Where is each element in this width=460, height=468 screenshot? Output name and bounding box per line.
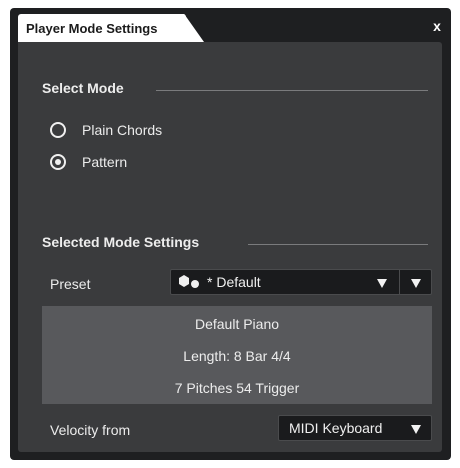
velocity-source-value: MIDI Keyboard	[289, 420, 383, 436]
radio-button-icon[interactable]	[50, 122, 66, 138]
velocity-dropdown-arrow-icon	[411, 425, 421, 434]
selected-mode-settings-divider	[248, 244, 428, 245]
tab-player-mode-settings[interactable]: Player Mode Settings	[18, 14, 186, 42]
select-mode-heading: Select Mode	[42, 80, 124, 96]
pattern-pitches-triggers: 7 Pitches 54 Trigger	[174, 380, 300, 396]
pattern-length: Length: 8 Bar 4/4	[183, 348, 291, 364]
preset-shapes-icon	[179, 275, 199, 288]
preset-value: * Default	[207, 274, 261, 290]
select-mode-divider	[156, 90, 428, 91]
preset-menu-arrow-icon[interactable]	[411, 279, 421, 288]
radio-plain-chords[interactable]: Plain Chords	[50, 122, 162, 138]
radio-pattern[interactable]: Pattern	[50, 154, 127, 170]
preset-dropdown[interactable]: * Default	[170, 269, 432, 295]
pattern-name: Default Piano	[194, 316, 280, 332]
velocity-source-dropdown[interactable]: MIDI Keyboard	[278, 415, 432, 441]
tab-edge	[182, 14, 204, 42]
player-mode-settings-window: Player Mode Settings x Select Mode Plain…	[10, 8, 451, 460]
preset-dropdown-arrow-icon	[377, 279, 387, 288]
preset-divider	[399, 270, 400, 294]
radio-plain-chords-label: Plain Chords	[82, 122, 163, 138]
selected-mode-settings-heading: Selected Mode Settings	[42, 234, 200, 250]
radio-button-checked-icon[interactable]	[50, 154, 66, 170]
radio-pattern-label: Pattern	[82, 154, 128, 170]
close-button[interactable]: x	[429, 18, 445, 34]
pattern-info-box: Default Piano Length: 8 Bar 4/4 7 Pitche…	[42, 306, 432, 404]
velocity-from-label: Velocity from	[50, 422, 131, 438]
preset-label: Preset	[50, 276, 91, 292]
settings-panel: Select Mode Plain Chords Pattern Selecte…	[18, 42, 442, 452]
